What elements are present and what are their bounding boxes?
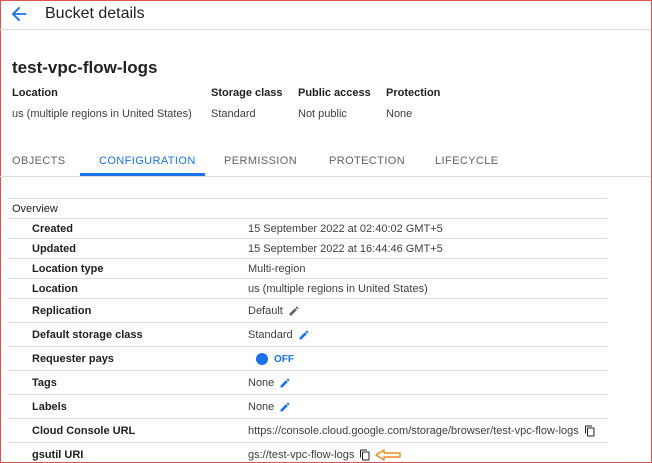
row-label-labels: Labels <box>32 401 67 413</box>
pencil-icon[interactable] <box>288 305 300 317</box>
row-label-location: Location <box>32 283 78 295</box>
tab-permission[interactable]: PERMISSION <box>224 155 297 167</box>
table-row: Default storage class Standard <box>7 323 607 347</box>
row-label-created: Created <box>32 223 73 235</box>
meta-label-location: Location <box>12 87 58 99</box>
meta-label-storage-class: Storage class <box>211 87 283 99</box>
row-label-default-storage-class: Default storage class <box>32 329 143 341</box>
pencil-icon[interactable] <box>298 329 310 341</box>
meta-value-storage-class: Standard <box>211 108 256 120</box>
table-row: Cloud Console URL https://console.cloud.… <box>7 419 607 443</box>
row-value-updated: 15 September 2022 at 16:44:46 GMT+5 <box>248 243 443 255</box>
page-title: Bucket details <box>45 5 145 22</box>
toggle-knob <box>256 353 268 365</box>
pencil-icon[interactable] <box>279 377 291 389</box>
table-row: Location type Multi-region <box>7 259 607 279</box>
row-value-cloud-console-url[interactable]: https://console.cloud.google.com/storage… <box>248 425 579 437</box>
meta-label-public-access: Public access <box>298 87 371 99</box>
row-value-created: 15 September 2022 at 02:40:02 GMT+5 <box>248 223 443 235</box>
tab-objects[interactable]: OBJECTS <box>12 155 66 167</box>
meta-value-location: us (multiple regions in United States) <box>12 108 192 120</box>
row-label-cloud-console-url: Cloud Console URL <box>32 425 136 437</box>
table-row: Updated 15 September 2022 at 16:44:46 GM… <box>7 239 607 259</box>
row-label-tags: Tags <box>32 377 57 389</box>
arrow-left-icon[interactable] <box>8 3 30 25</box>
table-row: Requester pays OFF <box>7 347 607 371</box>
bucket-name: test-vpc-flow-logs <box>12 58 158 77</box>
copy-icon[interactable] <box>584 425 596 437</box>
row-label-location-type: Location type <box>32 263 104 275</box>
requester-pays-toggle[interactable]: OFF <box>256 353 294 365</box>
overview-heading: Overview <box>12 203 58 215</box>
row-value-gsutil-uri: gs://test-vpc-flow-logs <box>248 449 355 461</box>
meta-value-protection: None <box>386 108 413 120</box>
overview-heading-row: Overview <box>7 199 607 219</box>
pencil-icon[interactable] <box>279 401 291 413</box>
active-tab-indicator <box>80 173 205 176</box>
table-row: Labels None <box>7 395 607 419</box>
row-label-requester-pays: Requester pays <box>32 353 114 365</box>
row-value-default-storage-class: Standard <box>248 329 293 341</box>
page-header: Bucket details <box>0 0 650 30</box>
tab-lifecycle[interactable]: LIFECYCLE <box>435 155 499 167</box>
row-value-location-type: Multi-region <box>248 263 306 275</box>
table-row: gsutil URI gs://test-vpc-flow-logs <box>7 443 607 463</box>
row-value-location: us (multiple regions in United States) <box>248 283 428 295</box>
row-value-replication: Default <box>248 305 283 317</box>
toggle-state-label: OFF <box>274 353 294 365</box>
tab-configuration[interactable]: CONFIGURATION <box>99 155 196 167</box>
copy-icon[interactable] <box>359 449 371 461</box>
row-label-updated: Updated <box>32 243 76 255</box>
tab-bar: OBJECTS CONFIGURATION PERMISSION PROTECT… <box>0 145 650 177</box>
row-label-replication: Replication <box>32 305 92 317</box>
annotation-arrow-icon <box>375 449 402 461</box>
table-row: Location us (multiple regions in United … <box>7 279 607 299</box>
meta-label-protection: Protection <box>386 87 441 99</box>
table-row: Created 15 September 2022 at 02:40:02 GM… <box>7 219 607 239</box>
tab-protection[interactable]: PROTECTION <box>329 155 405 167</box>
row-label-gsutil-uri: gsutil URI <box>32 449 84 461</box>
row-value-labels: None <box>248 401 275 413</box>
row-value-tags: None <box>248 377 275 389</box>
configuration-table: Overview Created 15 September 2022 at 02… <box>7 198 607 463</box>
meta-value-public-access: Not public <box>298 108 347 120</box>
table-row: Tags None <box>7 371 607 395</box>
table-row: Replication Default <box>7 299 607 323</box>
